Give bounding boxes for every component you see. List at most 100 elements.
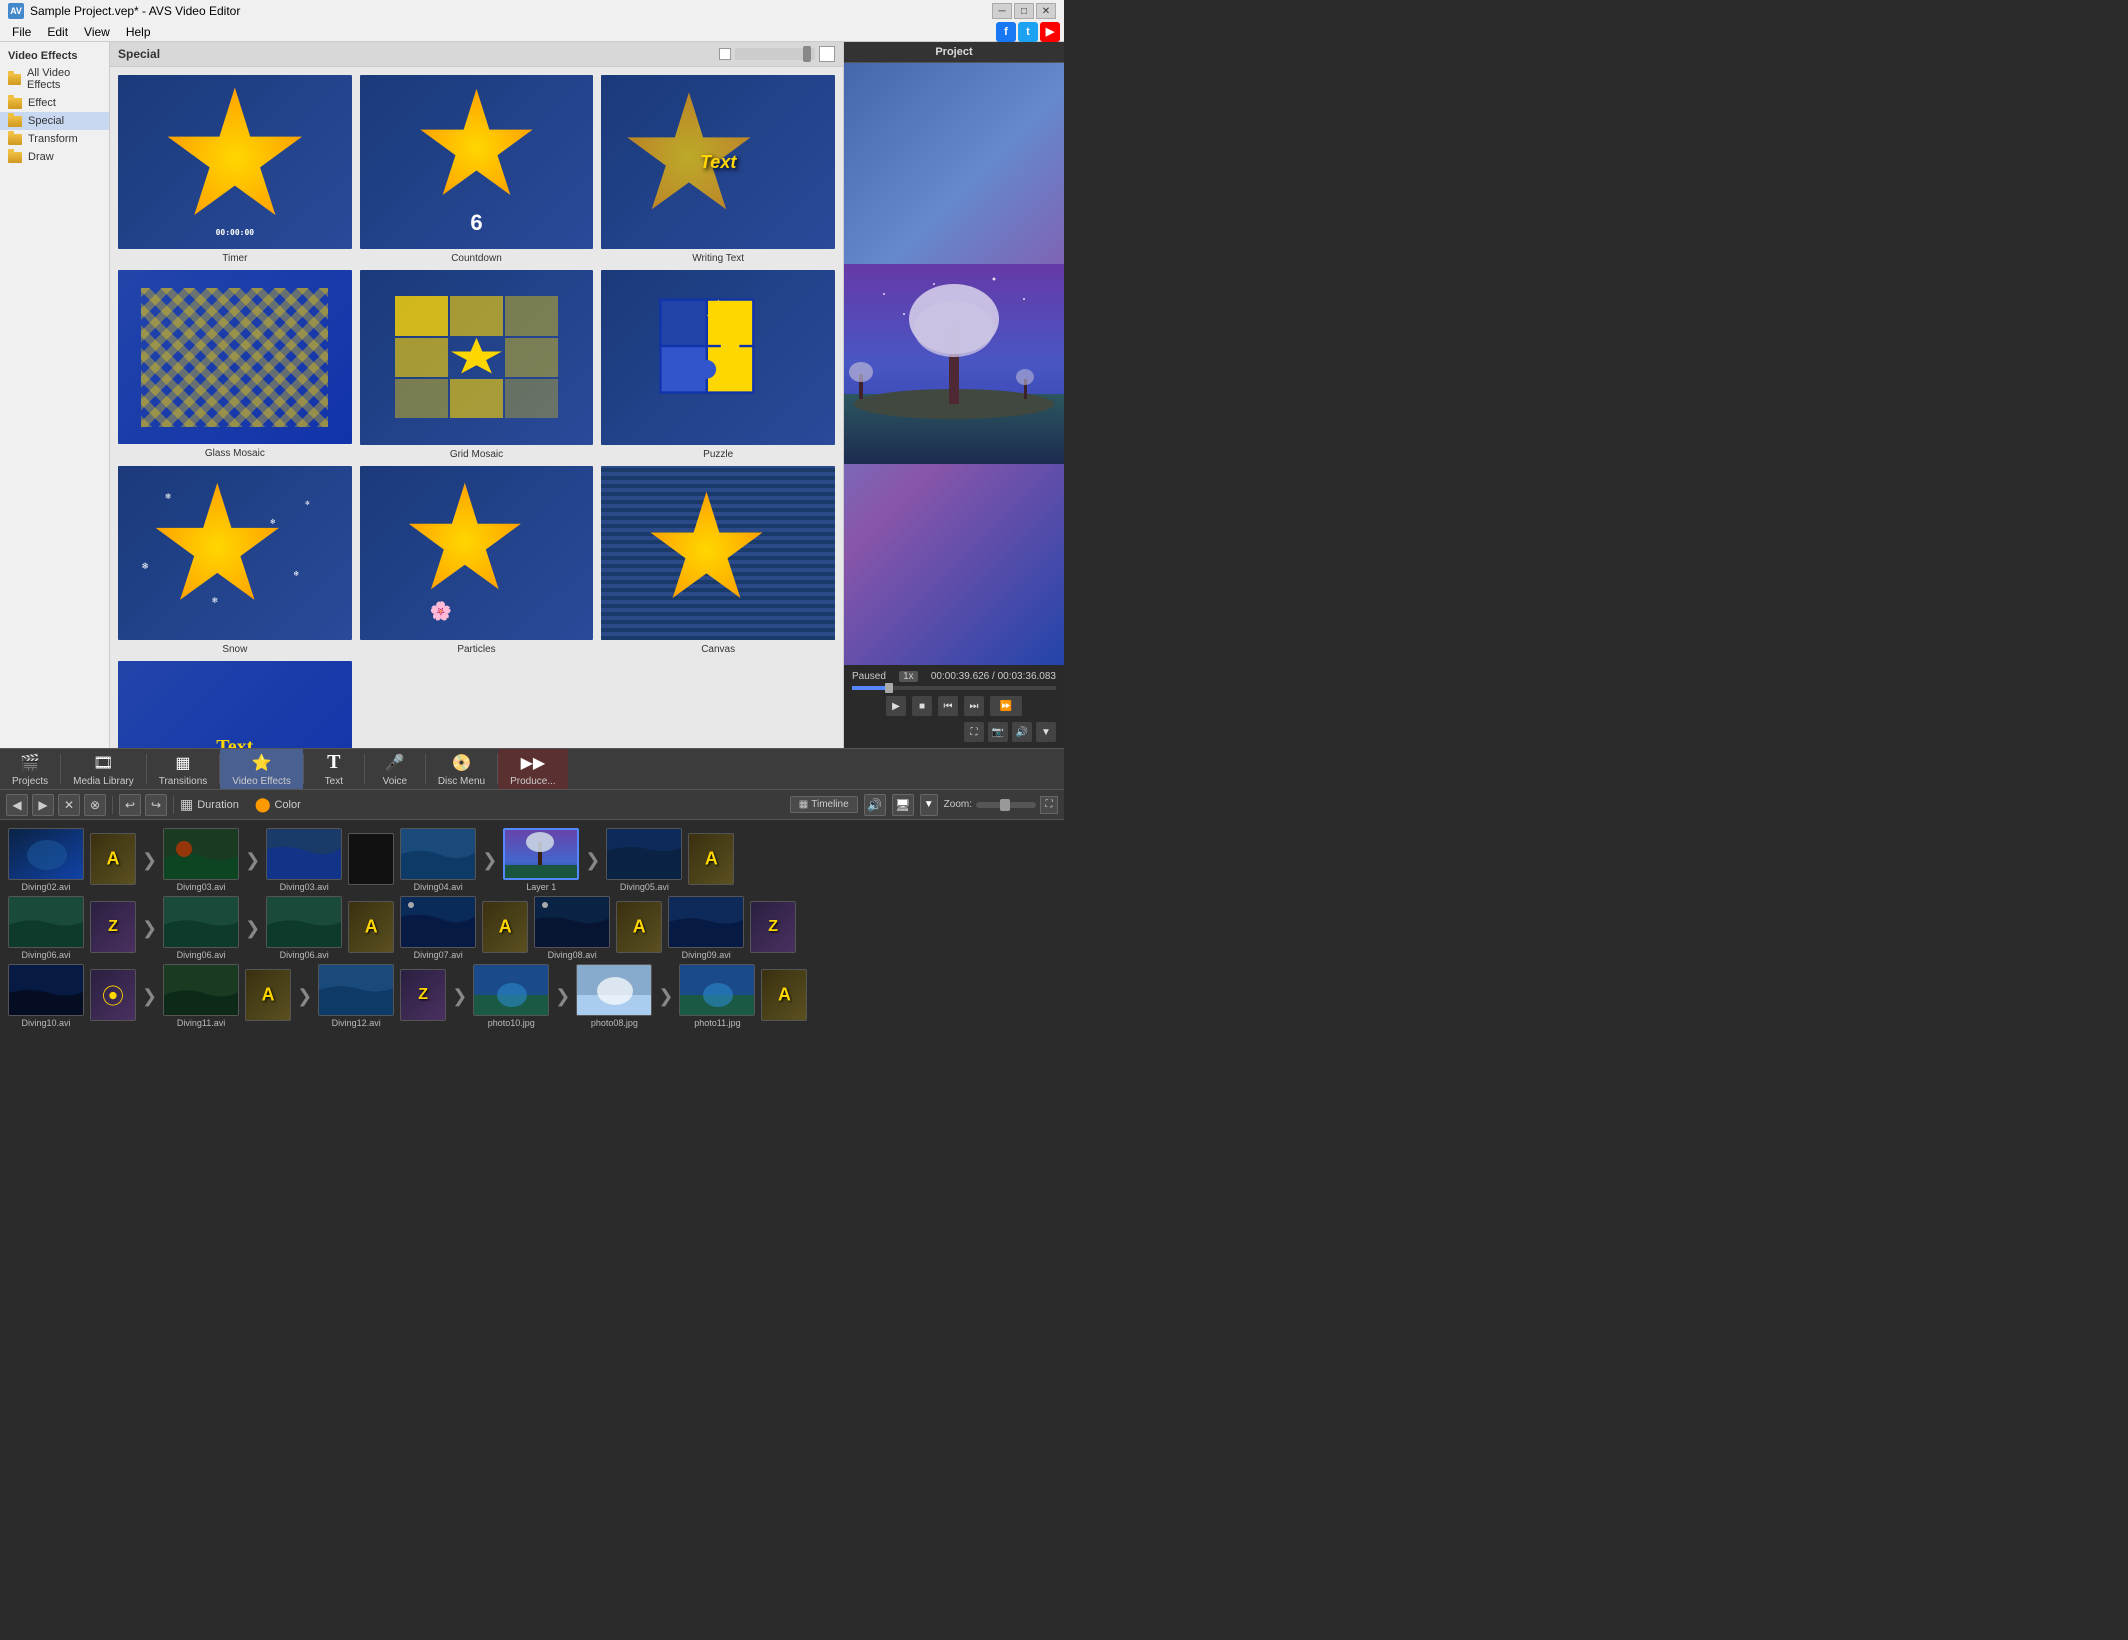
effect-glass-mosaic[interactable]: Glass Mosaic: [116, 268, 354, 459]
clip-diving06b[interactable]: Diving06.avi: [163, 896, 239, 960]
effect-countdown[interactable]: 6 Countdown: [358, 73, 596, 264]
menu-view[interactable]: View: [76, 22, 118, 41]
clip-dark1[interactable]: [348, 833, 394, 887]
clip-text-a2[interactable]: A: [688, 833, 734, 887]
toolbar-projects[interactable]: 🎬 Projects: [0, 749, 60, 789]
twitter-icon[interactable]: t: [1018, 22, 1038, 42]
clip-diving03[interactable]: Diving03.avi: [163, 828, 239, 892]
undo-button[interactable]: ↩: [119, 794, 141, 816]
clip-text-a4[interactable]: A: [482, 901, 528, 955]
toolbar-transitions[interactable]: ▦ Transitions: [147, 749, 220, 789]
clip-text-a5[interactable]: A: [616, 901, 662, 955]
timeline-view-button[interactable]: ▦ Timeline: [790, 796, 858, 813]
clip-circle1[interactable]: ⦿: [90, 969, 136, 1023]
clip-diving06c[interactable]: Diving06.avi: [266, 896, 342, 960]
clip-text-z3[interactable]: Z: [400, 969, 446, 1023]
effect-snow[interactable]: ❄ ❄ ❄ ❄ ❄ ❄ Snow: [116, 464, 354, 655]
delete-alt-button[interactable]: ⊗: [84, 794, 106, 816]
clip-photo08[interactable]: photo08.jpg: [576, 964, 652, 1028]
redo-button[interactable]: ↪: [145, 794, 167, 816]
duration-button[interactable]: ▦ Duration: [180, 796, 239, 813]
next-frame-button[interactable]: ⏭: [964, 696, 984, 716]
clip-text-a1[interactable]: A: [90, 833, 136, 887]
clip-diving02[interactable]: Diving02.avi: [8, 828, 84, 892]
toolbar-produce[interactable]: ▶▶ Produce...: [498, 749, 568, 789]
minimize-button[interactable]: ─: [992, 3, 1012, 19]
screenshot-button[interactable]: 📷: [988, 722, 1008, 742]
clip-diving08[interactable]: Diving08.avi: [534, 896, 610, 960]
clip-text-z1[interactable]: Z: [90, 901, 136, 955]
size-small-icon[interactable]: [719, 48, 731, 60]
text-overlay: A: [778, 985, 791, 1006]
dropdown-arrow[interactable]: ▼: [920, 794, 938, 816]
clip-photo10[interactable]: photo10.jpg: [473, 964, 549, 1028]
zoom-slider[interactable]: [976, 802, 1036, 808]
effect-canvas[interactable]: Canvas: [599, 464, 837, 655]
toolbar-media-library[interactable]: 🎞 Media Library: [61, 749, 146, 789]
play-button[interactable]: ▶: [886, 696, 906, 716]
volume-button[interactable]: 🔊: [1012, 722, 1032, 742]
more-options-button[interactable]: ▼: [1036, 722, 1056, 742]
clip-diving11[interactable]: Diving11.avi: [163, 964, 239, 1028]
display-settings-button[interactable]: 🖥: [892, 794, 914, 816]
sidebar-item-transform[interactable]: Transform: [0, 130, 109, 148]
sidebar-item-draw[interactable]: Draw: [0, 148, 109, 166]
timeline-view-toggle: ▦ Timeline 🔊 🖥 ▼ Zoom: ⛶: [790, 794, 1058, 816]
clip-text-a6[interactable]: A: [245, 969, 291, 1023]
clip-text-z2[interactable]: Z: [750, 901, 796, 955]
sidebar-item-special[interactable]: Special: [0, 112, 109, 130]
clip-thumb: ⦿: [90, 969, 136, 1021]
size-large-icon[interactable]: [819, 46, 835, 62]
menu-file[interactable]: File: [4, 22, 39, 41]
menu-help[interactable]: Help: [118, 22, 159, 41]
clip-layer1[interactable]: Layer 1: [503, 828, 579, 892]
effect-timer[interactable]: 00:00:00 Timer: [116, 73, 354, 264]
loop-button[interactable]: ⏩: [990, 696, 1022, 716]
zoom-fit-button[interactable]: ⛶: [1040, 796, 1058, 814]
clip-diving12[interactable]: Diving12.avi: [318, 964, 394, 1028]
size-slider[interactable]: [735, 48, 815, 60]
maximize-button[interactable]: □: [1014, 3, 1034, 19]
clip-diving07[interactable]: Diving07.avi: [400, 896, 476, 960]
toolbar-video-effects[interactable]: ⭐ Video Effects: [220, 749, 303, 789]
color-button[interactable]: ⬤ Color: [255, 796, 301, 813]
clip-diving04[interactable]: Diving04.avi: [400, 828, 476, 892]
effect-grid-mosaic[interactable]: Grid Mosaic: [358, 268, 596, 459]
clip-diving10[interactable]: Diving10.avi: [8, 964, 84, 1028]
effect-writing-text[interactable]: Text Writing Text: [599, 73, 837, 264]
youtube-icon[interactable]: ▶: [1040, 22, 1060, 42]
effects-header: Special: [110, 42, 843, 67]
toolbar-text[interactable]: T Text: [304, 749, 364, 789]
toolbar-voice[interactable]: 🎤 Voice: [365, 749, 425, 789]
preview-progress-bar[interactable]: [852, 686, 1056, 690]
audio-settings-button[interactable]: 🔊: [864, 794, 886, 816]
menu-edit[interactable]: Edit: [39, 22, 76, 41]
clip-preview-svg: [9, 897, 84, 948]
effect-particles[interactable]: 🌸 Particles: [358, 464, 596, 655]
delete-button[interactable]: ✕: [58, 794, 80, 816]
stop-button[interactable]: ■: [912, 696, 932, 716]
prev-frame-button[interactable]: ⏮: [938, 696, 958, 716]
clip-preview-svg: [401, 829, 476, 880]
clip-diving03b[interactable]: Diving03.avi: [266, 828, 342, 892]
playback-controls: ▶ ■ ⏮ ⏭ ⏩: [848, 692, 1060, 720]
effect-puzzle[interactable]: Puzzle: [599, 268, 837, 459]
sidebar-item-effect[interactable]: Effect: [0, 94, 109, 112]
clip-text-a7[interactable]: A: [761, 969, 807, 1023]
fullscreen-button[interactable]: ⛶: [964, 722, 984, 742]
sidebar-item-all[interactable]: All Video Effects: [0, 64, 109, 94]
clip-diving06a[interactable]: Diving06.avi: [8, 896, 84, 960]
clip-diving09[interactable]: Diving09.avi: [668, 896, 744, 960]
clip-photo11[interactable]: photo11.jpg: [679, 964, 755, 1028]
facebook-icon[interactable]: f: [996, 22, 1016, 42]
clip-text-a3[interactable]: A: [348, 901, 394, 955]
nav-next-button[interactable]: ▶: [32, 794, 54, 816]
clip-thumb: A: [245, 969, 291, 1021]
star-decoration: [165, 88, 305, 228]
effect-text[interactable]: Text Text: [116, 659, 354, 748]
nav-prev-button[interactable]: ◀: [6, 794, 28, 816]
toolbar-disc-menu[interactable]: 📀 Disc Menu: [426, 749, 497, 789]
close-button[interactable]: ✕: [1036, 3, 1056, 19]
clip-diving05[interactable]: Diving05.avi: [606, 828, 682, 892]
effect-countdown-label: Countdown: [451, 253, 502, 264]
